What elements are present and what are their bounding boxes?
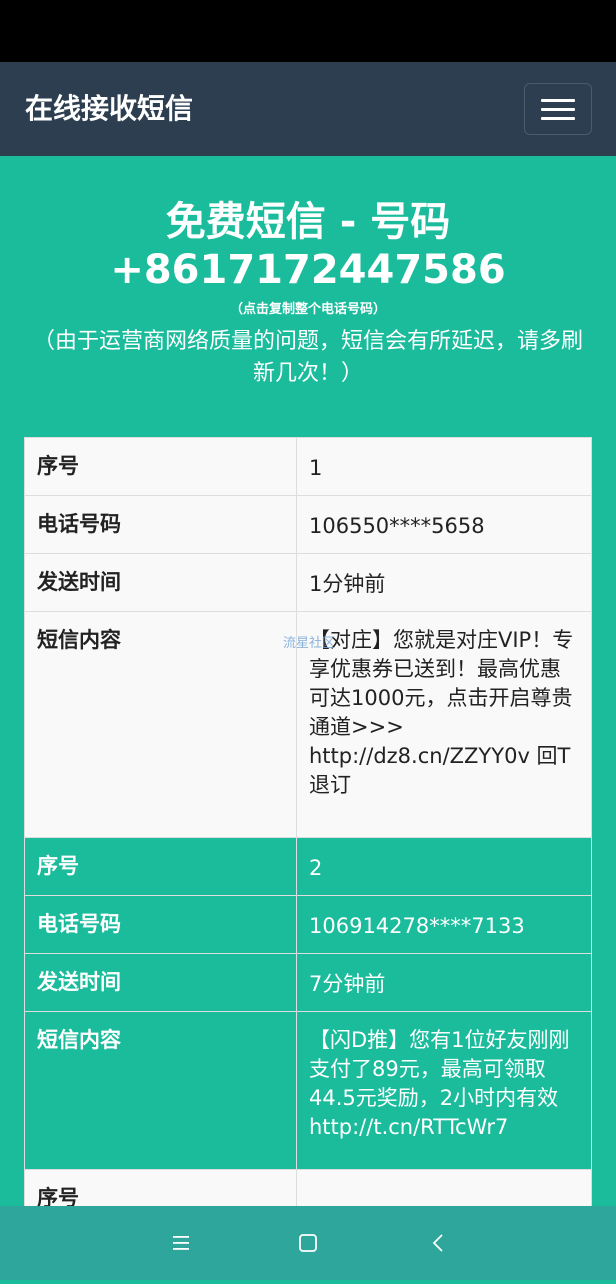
seq-label: 序号 [24, 437, 297, 496]
back-button[interactable] [408, 1206, 468, 1280]
menu-toggle-button[interactable] [524, 83, 592, 135]
phone-value: 106914278****7133 [296, 895, 592, 954]
content-value: 【闪D推】您有1位好友刚刚支付了89元，最高可领取44.5元奖励，2小时内有效 … [296, 1011, 592, 1170]
table-row: 序号 2 [24, 837, 592, 896]
hamburger-icon [541, 99, 575, 102]
content-label: 短信内容 [24, 611, 297, 838]
phone-value: 106550****5658 [296, 495, 592, 554]
time-label: 发送时间 [24, 553, 297, 612]
table-row: 电话号码 106914278****7133 [24, 895, 592, 954]
status-bar [0, 0, 616, 62]
table-row: 发送时间 7分钟前 [24, 953, 592, 1012]
back-chevron-icon [432, 1234, 443, 1252]
hero-section: 免费短信 - 号码 +8617172447586 （点击复制整个电话号码） （由… [0, 196, 616, 390]
site-brand[interactable]: 在线接收短信 [25, 62, 193, 156]
top-navbar: 在线接收短信 [0, 62, 616, 156]
time-value: 7分钟前 [296, 953, 592, 1012]
delay-note: （由于运营商网络质量的问题，短信会有所延迟，请多刷新几次！） [32, 329, 583, 386]
page-title: 免费短信 - 号码 [165, 199, 451, 245]
seq-label: 序号 [24, 837, 297, 896]
phone-number[interactable]: +8617172447586 [0, 248, 616, 292]
time-label: 发送时间 [24, 953, 297, 1012]
seq-value: 2 [296, 837, 592, 896]
home-button[interactable] [278, 1206, 338, 1280]
time-value: 1分钟前 [296, 553, 592, 612]
table-row: 发送时间 1分钟前 [24, 553, 592, 612]
system-navigation-bar [0, 1206, 616, 1280]
content-label: 短信内容 [24, 1011, 297, 1170]
hamburger-icon-bar [541, 117, 575, 120]
seq-value: 1 [296, 437, 592, 496]
recent-apps-button[interactable] [151, 1206, 211, 1280]
watermark: 流星社区 [283, 636, 336, 651]
table-row: 电话号码 106550****5658 [24, 495, 592, 554]
copy-hint: （点击复制整个电话号码） [229, 302, 386, 317]
home-square-icon [299, 1234, 317, 1252]
hamburger-icon-bar [541, 108, 575, 111]
table-row: 短信内容 【闪D推】您有1位好友刚刚支付了89元，最高可领取44.5元奖励，2小… [24, 1011, 592, 1170]
content-value: 【对庄】您就是对庄VIP！专享优惠券已送到！最高优惠可达1000元，点击开启尊贵… [296, 611, 592, 838]
menu-icon [173, 1236, 189, 1250]
table-row: 序号 1 [24, 437, 592, 496]
phone-label: 电话号码 [24, 895, 297, 954]
sms-table: 序号 1 电话号码 106550****5658 发送时间 1分钟前 短信内容 … [24, 437, 592, 1227]
phone-label: 电话号码 [24, 495, 297, 554]
